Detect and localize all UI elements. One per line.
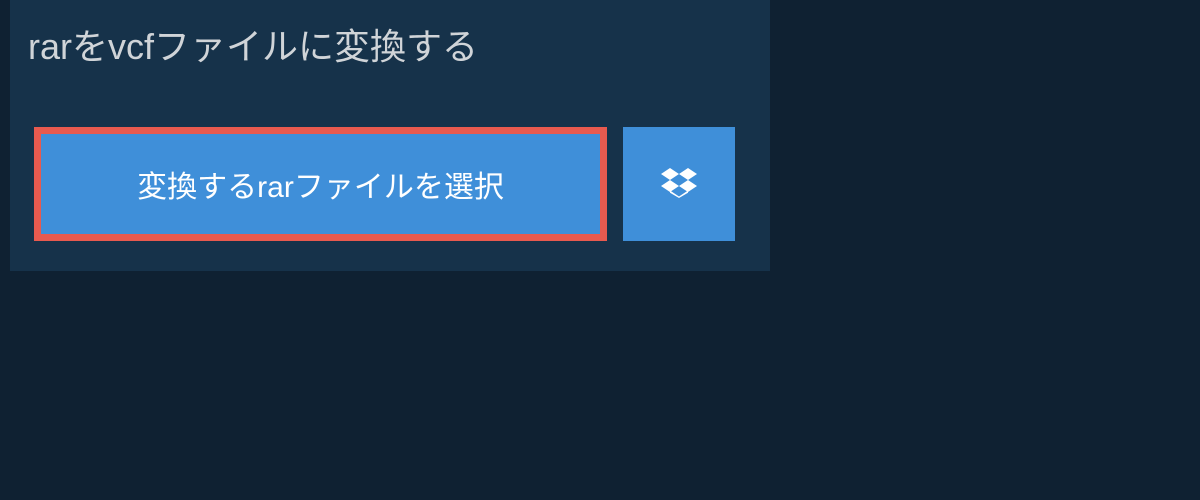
page-title: rarをvcfファイルに変換する [10,0,600,92]
converter-panel: rarをvcfファイルに変換する 変換するrarファイルを選択 [10,0,770,271]
button-row: 変換するrarファイルを選択 [10,127,770,241]
dropbox-button[interactable] [623,127,735,241]
select-file-button-label: 変換するrarファイルを選択 [137,162,504,206]
select-file-button[interactable]: 変換するrarファイルを選択 [34,127,607,241]
dropbox-icon [661,165,697,204]
